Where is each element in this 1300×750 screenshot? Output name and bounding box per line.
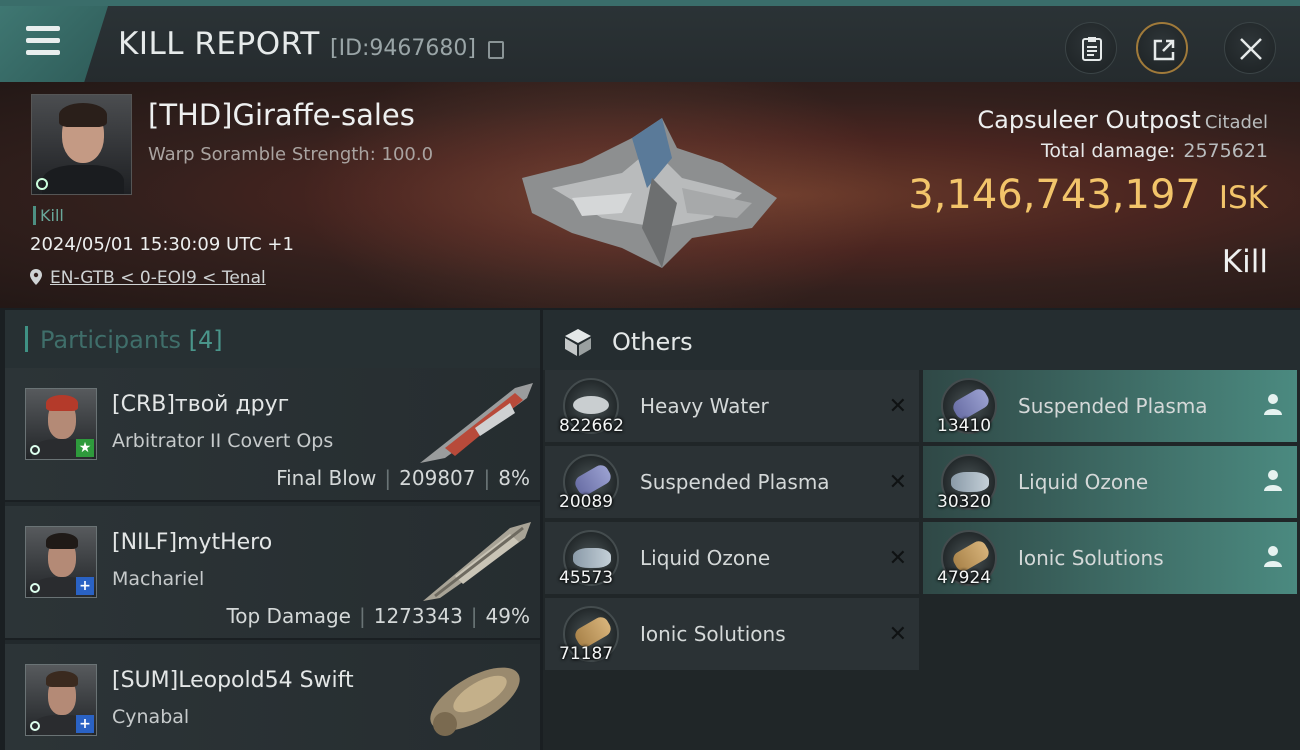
remove-icon: ✕ (888, 394, 907, 419)
item-name: Ionic Solutions (640, 622, 786, 646)
others-header: Others (543, 310, 1300, 370)
warp-scramble-strength: Warp Soramble Strength: 100.0 (148, 144, 434, 165)
participant-row[interactable]: + [SUM]Leopold54 Swift Cynabal (5, 644, 540, 750)
page-title: KILL REPORT (118, 26, 320, 62)
menu-button[interactable] (0, 6, 108, 82)
participant-percent: 49% (485, 604, 530, 628)
list-item[interactable]: 71187 Ionic Solutions ✕ (545, 598, 919, 670)
avatar[interactable]: + (25, 664, 97, 736)
report-id: [ID:9467680] (330, 36, 476, 61)
item-quantity: 20089 (559, 492, 614, 512)
victim-avatar[interactable] (31, 94, 132, 195)
avatar[interactable]: + (25, 526, 97, 598)
kill-banner: [THD]Giraffe-sales Warp Soramble Strengt… (0, 82, 1300, 308)
item-name: Suspended Plasma (1018, 394, 1208, 418)
plus-icon: + (76, 715, 94, 733)
item-quantity: 13410 (937, 416, 992, 436)
item-quantity: 47924 (937, 568, 992, 588)
participant-row[interactable]: + [NILF]mytHero Machariel Top Damage | 127… (5, 506, 540, 640)
others-label: Others (612, 328, 693, 356)
others-panel: Others 822662 Heavy Water ✕ 20089 Suspen… (543, 310, 1300, 750)
isk-value: 3,146,743,197 ISK (908, 172, 1268, 218)
participants-panel: Participants [4] ★ [CRB]твой друг Arbitr… (5, 310, 540, 750)
cube-icon (565, 329, 591, 356)
participant-name: [NILF]mytHero (112, 530, 273, 555)
share-icon (1153, 39, 1175, 61)
participant-row[interactable]: ★ [CRB]твой друг Arbitrator II Covert Op… (5, 368, 540, 502)
victim-name[interactable]: [THD]Giraffe-sales (148, 98, 415, 132)
isk-unit: ISK (1218, 180, 1268, 216)
total-damage: Total damage: 2575621 (1040, 140, 1268, 162)
close-icon (1240, 38, 1262, 60)
item-name: Liquid Ozone (1018, 470, 1149, 494)
total-damage-value: 2575621 (1183, 140, 1268, 162)
item-name: Ionic Solutions (1018, 546, 1164, 570)
plus-icon: + (76, 577, 94, 595)
item-quantity: 30320 (937, 492, 992, 512)
participant-stats: Final Blow | 209807 | 8% (276, 466, 530, 490)
participant-name: [CRB]твой друг (112, 392, 290, 417)
clipboard-icon (1082, 37, 1102, 61)
person-icon (1264, 470, 1282, 491)
participant-ship: Arbitrator II Covert Ops (112, 430, 334, 452)
kill-location[interactable]: EN-GTB < 0-EOI9 < Tenal (30, 268, 266, 288)
list-item[interactable]: 20089 Suspended Plasma ✕ (545, 446, 919, 518)
item-quantity: 71187 (559, 644, 614, 664)
participant-name: [SUM]Leopold54 Swift (112, 668, 354, 693)
list-item[interactable]: 30320 Liquid Ozone (923, 446, 1297, 518)
participant-percent: 8% (498, 466, 530, 490)
list-item[interactable]: 47924 Ionic Solutions (923, 522, 1297, 594)
ship-image (423, 522, 531, 601)
location-link[interactable]: EN-GTB < 0-EOI9 < Tenal (50, 268, 266, 288)
participant-stats: Top Damage | 1273343 | 49% (226, 604, 530, 628)
clipboard-button[interactable] (1065, 22, 1117, 74)
item-name: Liquid Ozone (640, 546, 771, 570)
kill-tag: Kill (33, 206, 64, 225)
item-name: Heavy Water (640, 394, 769, 418)
person-icon (1264, 546, 1282, 567)
ship-image (430, 667, 520, 736)
item-quantity: 822662 (559, 416, 624, 436)
pin-icon (30, 269, 42, 285)
item-quantity: 45573 (559, 568, 614, 588)
participants-header[interactable]: Participants [4] (5, 310, 540, 368)
citadel-image (522, 118, 777, 268)
copy-icon[interactable] (488, 41, 504, 59)
participants-label: Participants (40, 326, 181, 354)
list-item[interactable]: 13410 Suspended Plasma (923, 370, 1297, 442)
person-icon (1264, 394, 1282, 415)
list-item[interactable]: 822662 Heavy Water ✕ (545, 370, 919, 442)
close-button[interactable] (1224, 22, 1276, 74)
participant-role: Top Damage (226, 604, 351, 628)
participant-damage: 1273343 (373, 604, 463, 628)
header-bar: KILL REPORT [ID:9467680] (0, 0, 1300, 82)
item-name: Suspended Plasma (640, 470, 830, 494)
kill-datetime: 2024/05/01 15:30:09 UTC +1 (30, 234, 294, 255)
star-icon: ★ (76, 439, 94, 457)
participant-role: Final Blow (276, 466, 377, 490)
participant-ship: Machariel (112, 568, 205, 590)
ship-image (420, 383, 533, 463)
remove-icon: ✕ (888, 622, 907, 647)
target-type: Citadel (1204, 112, 1268, 133)
participant-damage: 209807 (399, 466, 476, 490)
remove-icon: ✕ (888, 546, 907, 571)
participants-count: [4] (188, 326, 223, 354)
share-button[interactable] (1136, 22, 1188, 74)
participant-ship: Cynabal (112, 706, 190, 728)
avatar[interactable]: ★ (25, 388, 97, 460)
remove-icon: ✕ (888, 470, 907, 495)
list-item[interactable]: 45573 Liquid Ozone ✕ (545, 522, 919, 594)
target-name: Capsuleer Outpost Citadel (977, 106, 1268, 134)
result-label: Kill (1221, 244, 1268, 280)
